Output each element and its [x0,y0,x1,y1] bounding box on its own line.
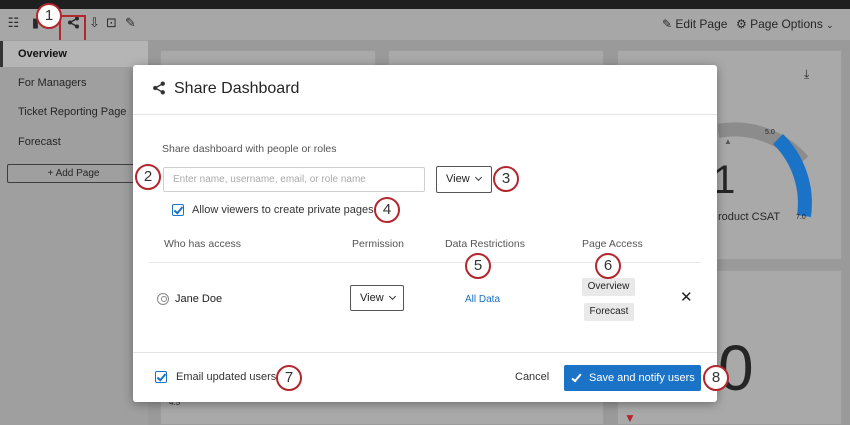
dialog-title: Share Dashboard [174,80,300,97]
gear-icon: ⚙ [736,17,747,31]
copy-icon[interactable]: ⊡ [104,16,119,31]
callout-7: 7 [276,365,302,391]
column-data-restrictions: Data Restrictions [445,238,525,250]
sidebar-item-for-managers[interactable]: For Managers [18,77,86,89]
gauge-tick-end: 7.0 [796,214,806,221]
filter-icon[interactable]: ☷ [6,16,21,31]
view-permission-select[interactable]: View [436,166,492,193]
email-updated-users-label: Email updated users [176,371,277,383]
window-top-bar [0,0,850,9]
export-icon[interactable]: ⇩ [87,16,102,31]
data-restriction-link[interactable]: All Data [465,294,500,305]
chevron-down-icon [388,292,396,301]
edit-page-label: Edit Page [675,17,728,31]
page-options-label: Page Options [750,17,823,31]
chevron-down-icon: ⌄ [826,20,834,30]
callout-4: 4 [374,197,400,223]
user-permission-select[interactable]: View [350,285,404,311]
share-name-input[interactable] [163,167,425,192]
callout-8: 8 [703,365,729,391]
save-button-label: Save and notify users [589,372,695,384]
page-access-chip-forecast: Forecast [584,303,634,321]
column-permission: Permission [352,238,404,250]
user-permission-label: View [360,292,384,304]
page-options-button[interactable]: ⚙ Page Options ⌄ [736,17,834,31]
share-dashboard-dialog: Share Dashboard Share dashboard with peo… [133,65,717,402]
callout-2: 2 [135,164,161,190]
share-icon [153,81,165,95]
gauge-label: roduct CSAT [718,211,781,223]
download-icon[interactable]: ⤓ [804,67,809,82]
allow-private-pages-label: Allow viewers to create private pages [192,204,374,216]
pencil-icon: ✎ [662,17,673,31]
sidebar-item-overview[interactable]: Overview [18,48,67,60]
allow-private-pages-checkbox[interactable] [172,204,184,216]
callout-1: 1 [36,3,62,29]
edit-page-button[interactable]: ✎ Edit Page [662,17,727,31]
gauge-tick-start: 5.0 [765,129,775,136]
sidebar-item-ticket-reporting[interactable]: Ticket Reporting Page [18,106,126,118]
brush-icon[interactable]: ✎ [123,16,138,31]
share-icon-highlight [59,15,86,42]
callout-3: 3 [493,166,519,192]
add-page-button[interactable]: + Add Page [7,164,140,183]
down-arrow-icon: ▼ [624,411,636,425]
gauge-marker-icon: ▲ [724,137,732,146]
column-page-access: Page Access [582,238,643,250]
cancel-button[interactable]: Cancel [515,371,549,383]
email-updated-users-checkbox[interactable] [155,371,167,383]
save-and-notify-button[interactable]: Save and notify users [564,365,701,391]
page-access-chip-overview: Overview [582,278,635,296]
access-user-name: Jane Doe [175,293,223,305]
page-sidebar: Overview For Managers Ticket Reporting P… [0,40,148,425]
remove-user-close-icon[interactable]: ✕ [680,289,693,305]
share-label: Share dashboard with people or roles [162,143,337,155]
callout-5: 5 [465,253,491,279]
chevron-down-icon [474,173,482,182]
user-icon [157,293,169,305]
sidebar-item-forecast[interactable]: Forecast [18,136,61,148]
column-who-has-access: Who has access [164,238,242,250]
dialog-header: Share Dashboard [133,65,717,115]
view-select-label: View [446,173,470,185]
callout-6: 6 [595,253,621,279]
check-icon [571,371,582,383]
dashboard-toolbar: ☷ ▮ ▮ ⇩ ⊡ ✎ ✎ Edit Page ⚙ Page Options ⌄ [0,9,850,42]
